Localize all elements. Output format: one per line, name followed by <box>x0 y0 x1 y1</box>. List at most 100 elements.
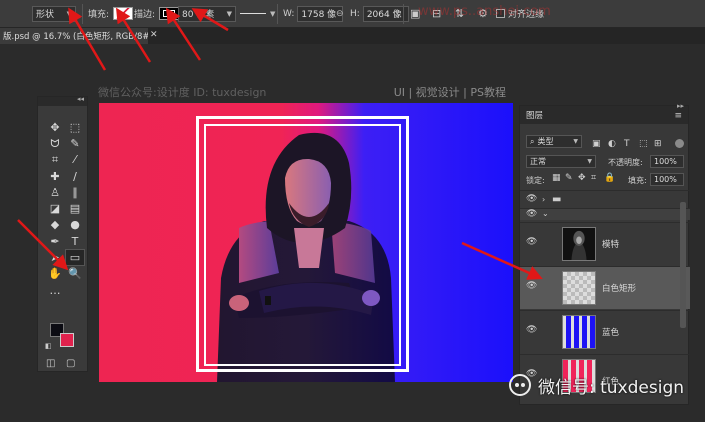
tools-panel-header[interactable]: ◂◂ <box>38 95 87 106</box>
chevron-down-icon: ▼ <box>66 9 72 18</box>
fill-input[interactable]: 100% <box>650 173 684 186</box>
document-tab[interactable]: 版.psd @ 16.7% (白色矩形, RGB/8#) <box>0 28 148 44</box>
white-rectangle-inner <box>204 124 401 366</box>
eye-icon[interactable]: 👁 <box>526 281 537 291</box>
edit-toolbar-icon[interactable]: … <box>45 282 65 298</box>
fill-label: 填充: <box>88 10 110 20</box>
background-color-swatch[interactable] <box>60 333 74 347</box>
mode-dropdown[interactable]: 形状 ▼ <box>32 5 76 22</box>
path-select-tool-icon[interactable]: ➤ <box>45 249 65 265</box>
layer-thumbnail <box>562 227 596 261</box>
type-tool-icon[interactable]: T <box>65 233 85 249</box>
layers-panel-title: 图层 <box>526 111 544 121</box>
lock-transparent-icon[interactable]: ▦ <box>552 173 561 183</box>
fill-swatch[interactable] <box>113 7 134 20</box>
layer-blue[interactable]: 👁 蓝色 <box>520 310 690 353</box>
document-tab-title: 版.psd @ 16.7% (白色矩形, RGB/8#) <box>3 32 148 42</box>
lock-pixels-icon[interactable]: ✎ <box>565 173 573 183</box>
wechat-watermark-text: 微信号: tuxdesign <box>538 377 685 398</box>
stroke-label: 描边: <box>134 10 156 20</box>
eye-icon[interactable]: 👁 <box>526 209 537 219</box>
layer-name: 蓝色 <box>602 328 620 338</box>
blend-mode-dropdown[interactable]: 正常 ▼ <box>526 155 596 168</box>
eye-icon[interactable]: 👁 <box>526 325 537 335</box>
layers-scrollbar[interactable] <box>680 202 686 328</box>
layer-name: 模特 <box>602 240 620 250</box>
layer-model[interactable]: 👁 模特 <box>520 222 690 265</box>
history-brush-tool-icon[interactable]: ∥ <box>65 184 85 200</box>
eye-icon[interactable]: 👁 <box>526 237 537 247</box>
chevron-down-icon: ▼ <box>587 158 592 165</box>
close-icon[interactable]: ✕ <box>150 30 158 40</box>
lock-position-icon[interactable]: ✥ <box>578 173 586 183</box>
tools-panel: ◂◂ ✥ ⬚ ᗢ ✎ ⌗ ⁄ ✚ ∕ ♙ ∥ ◪ ▤ ◆ ● ✒ T ➤ ▭ ✋ 🔍… ◧ ◫ ▢ <box>37 95 88 372</box>
search-icon: ⌕ <box>530 136 535 146</box>
collapse-icon[interactable]: ◂◂ <box>77 95 84 103</box>
site-watermark: www.ps..anshei.com <box>418 4 551 19</box>
layer-group[interactable]: 👁 › ▬ <box>520 190 690 208</box>
opacity-input[interactable]: 100% <box>650 155 684 168</box>
h-label: H: <box>350 8 360 19</box>
gradient-tool-icon[interactable]: ▤ <box>65 200 85 216</box>
filter-shape-icon[interactable]: ⬚ <box>639 139 648 149</box>
healing-brush-tool-icon[interactable]: ✚ <box>45 168 65 184</box>
rectangle-tool-icon[interactable]: ▭ <box>65 249 85 266</box>
stroke-type-dropdown[interactable]: ▼ <box>240 5 275 22</box>
filter-adjustment-icon[interactable]: ◐ <box>608 139 616 149</box>
empty-slot <box>65 282 85 298</box>
stroke-swatch[interactable] <box>159 7 180 20</box>
layers-panel-tab[interactable]: 图层 <box>520 106 688 124</box>
filter-type-icon[interactable]: T <box>624 139 630 149</box>
divider <box>403 4 404 24</box>
opacity-label: 不透明度: <box>608 158 643 167</box>
zoom-tool-icon[interactable]: 🔍 <box>65 266 85 282</box>
quick-mask-icon[interactable]: ◫ <box>46 358 55 369</box>
document-canvas[interactable] <box>99 103 513 382</box>
panel-menu-icon[interactable]: ≡ <box>674 111 682 121</box>
layer-white-rectangle[interactable]: 👁 白色矩形 <box>520 266 690 309</box>
height-control: H: 2064 像 <box>350 5 409 22</box>
height-input[interactable]: 2064 像 <box>362 5 409 22</box>
layer-thumbnail <box>562 315 596 349</box>
wechat-icon <box>509 374 531 396</box>
w-label: W: <box>283 8 295 19</box>
canvas-watermark-header: 微信公众号:设计度 ID: tuxdesign UI | 视觉设计 | PS教程 <box>98 84 518 100</box>
stroke-width-dropdown[interactable]: 80 像素 ▼ <box>178 5 236 22</box>
fill-control: 填充: <box>88 5 134 22</box>
stroke-width-value: 80 像素 <box>182 10 215 20</box>
lock-all-icon[interactable]: 🔒 <box>604 173 615 183</box>
clone-stamp-tool-icon[interactable]: ♙ <box>45 184 65 200</box>
brush-tool-icon[interactable]: ∕ <box>65 168 85 184</box>
default-colors-icon[interactable]: ◧ <box>45 342 52 350</box>
layer-thumbnail <box>562 271 596 305</box>
pen-tool-icon[interactable]: ✒ <box>45 233 65 249</box>
lasso-tool-icon[interactable]: ᗢ <box>45 135 65 151</box>
chevron-right-icon[interactable]: › <box>542 195 545 204</box>
marquee-tool-icon[interactable]: ⬚ <box>65 119 85 135</box>
filter-pixel-icon[interactable]: ▣ <box>592 139 601 149</box>
link-dimensions-icon[interactable]: ⊖ <box>336 5 344 22</box>
document-tab-bar: 版.psd @ 16.7% (白色矩形, RGB/8#) ✕ <box>0 28 705 44</box>
filter-kind-dropdown[interactable]: ⌕ 类型 ▼ <box>526 135 582 148</box>
width-control: W: 1758 像 <box>283 5 344 22</box>
chevron-down-icon: ▼ <box>226 9 232 18</box>
crop-tool-icon[interactable]: ⌗ <box>45 152 65 168</box>
layer-subgroup[interactable]: 👁 ⌄ <box>520 208 690 220</box>
move-tool-icon[interactable]: ✥ <box>45 119 65 135</box>
eyedropper-tool-icon[interactable]: ⁄ <box>65 152 85 168</box>
hand-tool-icon[interactable]: ✋ <box>45 266 65 282</box>
stroke-control: 描边: <box>134 5 180 22</box>
filter-toggle-icon[interactable] <box>675 139 684 148</box>
dodge-tool-icon[interactable]: ● <box>65 217 85 233</box>
blur-tool-icon[interactable]: ◆ <box>45 217 65 233</box>
wechat-watermark: 微信号: tuxdesign <box>509 372 684 398</box>
eye-icon[interactable]: 👁 <box>526 194 537 204</box>
eraser-tool-icon[interactable]: ◪ <box>45 200 65 216</box>
divider <box>82 4 83 24</box>
panel-collapse-icon[interactable]: ▸▸ <box>677 102 684 110</box>
lock-artboard-icon[interactable]: ⌗ <box>591 173 596 183</box>
filter-smart-object-icon[interactable]: ⊞ <box>654 139 662 149</box>
quick-select-tool-icon[interactable]: ✎ <box>65 135 85 151</box>
chevron-down-icon[interactable]: ⌄ <box>542 209 549 218</box>
screen-mode-icon[interactable]: ▢ <box>66 358 75 369</box>
